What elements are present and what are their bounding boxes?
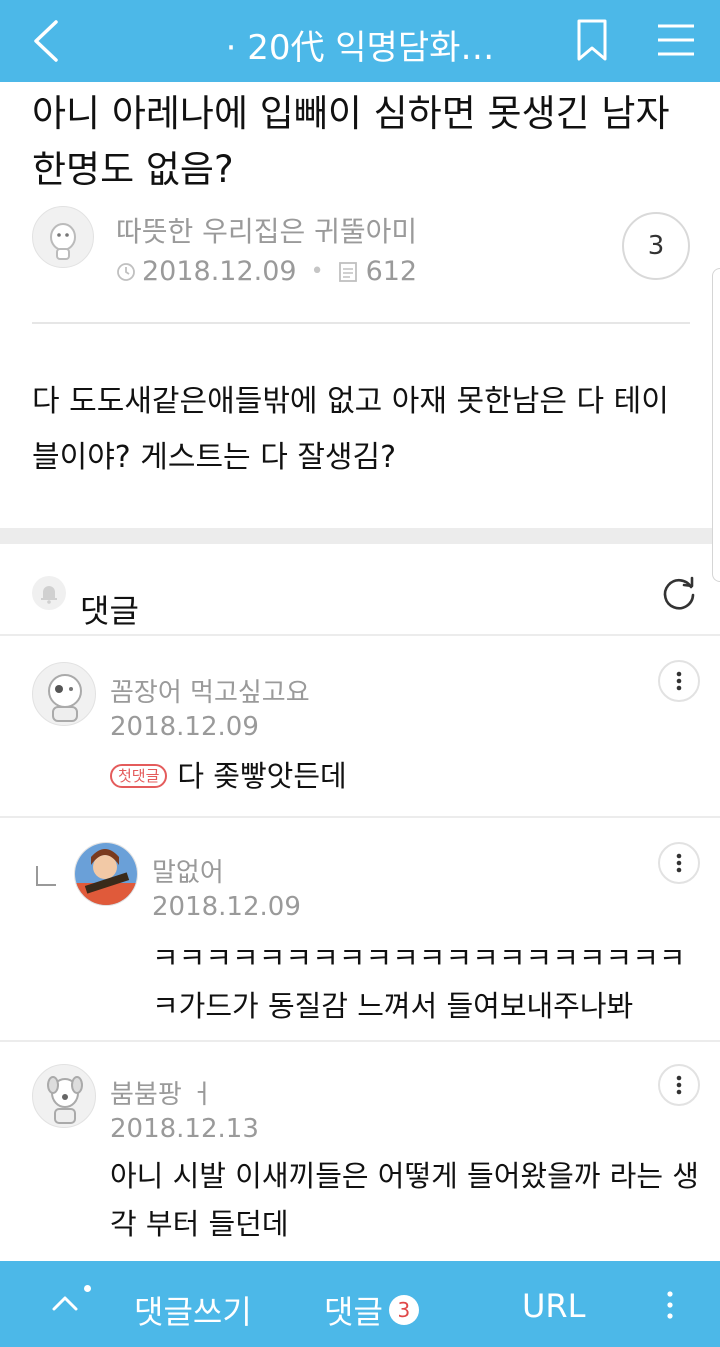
meta-separator: • — [310, 259, 324, 284]
avatar-illustration — [75, 843, 137, 905]
post-title: 아니 아레나에 입빼이 심하면 못생긴 남자 한명도 없음? — [32, 92, 670, 191]
post-meta: 2018.12.09 • 612 — [116, 256, 417, 287]
commenter-name[interactable]: 꼼장어 먹고싶고요 — [110, 672, 310, 709]
reply-comment-item: 말없어 2018.12.09 ㅋㅋㅋㅋㅋㅋㅋㅋㅋㅋㅋㅋㅋㅋㅋㅋㅋㅋㅋㅋㅋ가드가 … — [0, 820, 720, 1042]
notification-dot — [84, 1285, 91, 1292]
post-date: 2018.12.09 — [142, 256, 297, 287]
comment-item: 붐붐팡 ㅓ 2018.12.13 아니 시발 이새끼들은 어떻게 들어왔을까 라… — [0, 1042, 720, 1261]
comment-text-content: 다 좆빻앗든데 — [177, 759, 347, 793]
scrollbar[interactable] — [712, 268, 720, 582]
menu-icon[interactable] — [656, 20, 696, 60]
comment-date: 2018.12.13 — [110, 1114, 259, 1144]
comments-count-badge: 3 — [388, 1295, 419, 1325]
commenter-name[interactable]: 붐붐팡 ㅓ — [110, 1074, 214, 1111]
comments-header: 댓글 — [0, 544, 720, 636]
comments-label: 댓글 — [80, 592, 139, 630]
more-icon — [676, 853, 682, 873]
author-avatar[interactable] — [32, 206, 94, 268]
more-icon — [676, 1075, 682, 1095]
author-name[interactable]: 따뜻한 우리집은 귀뚤아미 — [116, 210, 417, 250]
avatar-illustration — [47, 1076, 83, 1124]
url-button[interactable]: URL — [522, 1287, 585, 1325]
document-icon — [338, 261, 357, 282]
first-comment-badge: 첫댓글 — [110, 764, 168, 788]
commenter-avatar[interactable] — [32, 1064, 96, 1128]
commenter-name[interactable]: 말없어 — [152, 852, 224, 889]
comments-button[interactable]: 댓글 3 — [324, 1287, 419, 1333]
comment-more-button[interactable] — [658, 1064, 700, 1106]
commenter-avatar[interactable] — [74, 842, 138, 906]
comment-text: 아니 시발 이새끼들은 어떻게 들어왔을까 라는 생각 부터 들던데 — [110, 1159, 699, 1241]
post-views: 612 — [365, 256, 418, 287]
top-app-bar: · 20代 익명담화… — [0, 0, 720, 82]
divider — [32, 322, 690, 324]
bell-icon[interactable] — [32, 576, 66, 610]
comments-button-label: 댓글 — [324, 1293, 383, 1331]
comment-more-button[interactable] — [658, 660, 700, 702]
comment-count-circle[interactable]: 3 — [622, 212, 690, 280]
comment-text: 첫댓글 다 좆빻앗든데 — [110, 752, 700, 800]
up-icon[interactable] — [50, 1291, 80, 1315]
commenter-avatar[interactable] — [32, 662, 96, 726]
comment-more-button[interactable] — [658, 842, 700, 884]
post-body: 다 도도새같은애들밖에 없고 아재 못한남은 다 테이블이야? 게스트는 다 잘… — [32, 384, 669, 475]
avatar-illustration — [50, 223, 76, 260]
more-icon — [676, 671, 682, 691]
comment-text: ㅋㅋㅋㅋㅋㅋㅋㅋㅋㅋㅋㅋㅋㅋㅋㅋㅋㅋㅋㅋㅋ가드가 동질감 느껴서 들여보내주나봐 — [152, 941, 686, 1023]
more-icon[interactable] — [660, 1289, 680, 1321]
board-title[interactable]: · 20代 익명담화… — [150, 20, 570, 69]
bookmark-icon[interactable] — [574, 18, 610, 62]
clock-icon — [117, 262, 135, 281]
section-separator — [0, 528, 720, 544]
comment-item: 꼼장어 먹고싶고요 2018.12.09 첫댓글 다 좆빻앗든데 — [0, 638, 720, 818]
comment-date: 2018.12.09 — [110, 712, 259, 742]
bottom-action-bar: 댓글쓰기 댓글 3 URL — [0, 1261, 720, 1347]
refresh-icon[interactable] — [660, 574, 698, 612]
write-comment-button[interactable]: 댓글쓰기 — [134, 1287, 252, 1333]
reply-indicator-icon — [36, 866, 56, 886]
back-icon[interactable] — [26, 18, 70, 64]
comment-date: 2018.12.09 — [152, 892, 301, 922]
avatar-illustration — [48, 674, 82, 722]
